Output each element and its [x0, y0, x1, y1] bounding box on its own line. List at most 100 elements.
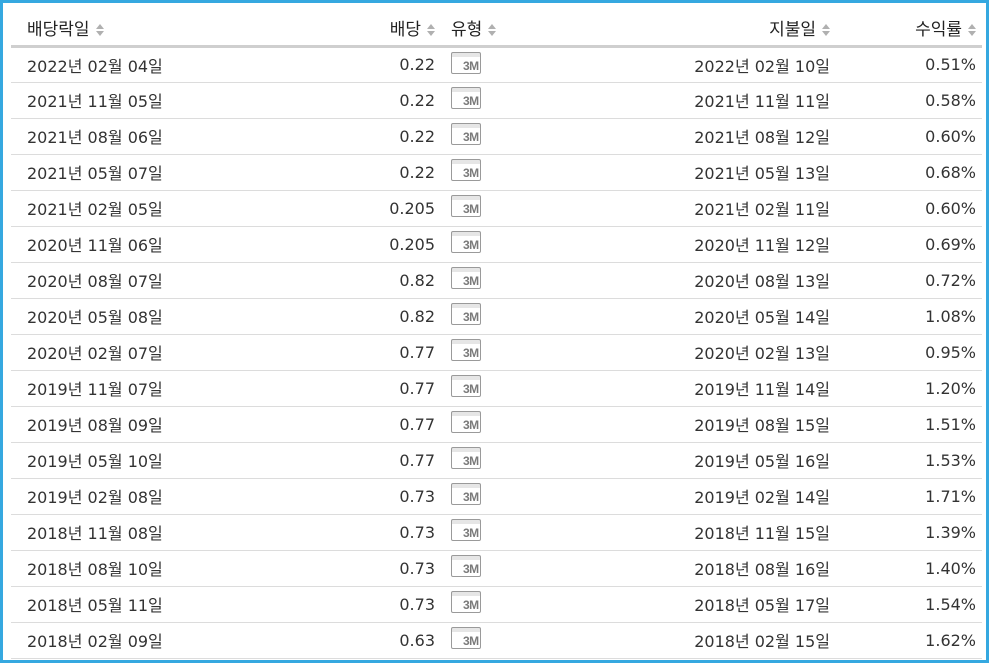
table-row: 2019년 11월 07일 0.77 3M 2019년 11월 14일 1.20…	[11, 370, 982, 407]
ex-date-cell: 2019년 11월 07일	[11, 370, 351, 407]
yield-cell: 1.62%	[836, 622, 982, 659]
quarterly-calendar-icon: 3M	[451, 591, 485, 617]
table-row: 2018년 08월 10일 0.73 3M 2018년 08월 16일 1.40…	[11, 550, 982, 587]
yield-cell: 0.58%	[836, 82, 982, 119]
ex-date-cell: 2020년 11월 06일	[11, 226, 351, 263]
frequency-icon-label: 3M	[463, 346, 479, 360]
ex-date-cell: 2019년 08월 09일	[11, 406, 351, 443]
quarterly-calendar-icon: 3M	[451, 519, 485, 545]
yield-cell: 1.08%	[836, 298, 982, 335]
pay-date-cell: 2020년 11월 12일	[561, 226, 836, 263]
column-header-yield[interactable]: 수익률	[836, 10, 982, 48]
table-row: 2018년 02월 09일 0.63 3M 2018년 02월 15일 1.62…	[11, 622, 982, 659]
table-row: 2020년 02월 07일 0.77 3M 2020년 02월 13일 0.95…	[11, 334, 982, 371]
pay-date-cell: 2018년 08월 16일	[561, 550, 836, 587]
ex-date-cell: 2021년 05월 07일	[11, 154, 351, 191]
ex-date-cell: 2019년 02월 08일	[11, 478, 351, 515]
quarterly-calendar-icon: 3M	[451, 51, 485, 78]
type-cell: 3M	[441, 334, 561, 371]
ex-date-cell: 2018년 11월 08일	[11, 514, 351, 551]
sort-icon	[822, 23, 830, 37]
dividend-cell: 0.22	[351, 82, 441, 119]
table-row: 2019년 02월 08일 0.73 3M 2019년 02월 14일 1.71…	[11, 478, 982, 515]
frequency-icon-label: 3M	[463, 562, 479, 576]
table-header-row: 배당락일 배당 유형 지불일 수익률	[11, 10, 982, 48]
table-row: 2018년 11월 08일 0.73 3M 2018년 11월 15일 1.39…	[11, 514, 982, 551]
pay-date-cell: 2019년 08월 15일	[561, 406, 836, 443]
type-cell: 3M	[441, 190, 561, 227]
type-cell: 3M	[441, 478, 561, 515]
type-cell: 3M	[441, 622, 561, 659]
type-cell: 3M	[441, 406, 561, 443]
ex-date-cell: 2021년 02월 05일	[11, 190, 351, 227]
dividend-cell: 0.22	[351, 118, 441, 155]
yield-cell: 0.60%	[836, 190, 982, 227]
yield-cell: 0.51%	[836, 46, 982, 83]
frequency-icon-label: 3M	[463, 418, 479, 432]
quarterly-calendar-icon: 3M	[451, 267, 485, 293]
frequency-icon-label: 3M	[463, 598, 479, 612]
frequency-icon-label: 3M	[463, 94, 479, 108]
dividend-cell: 0.22	[351, 154, 441, 191]
sort-icon	[427, 23, 435, 37]
table-row: 2019년 08월 09일 0.77 3M 2019년 08월 15일 1.51…	[11, 406, 982, 443]
table-row: 2022년 02월 04일 0.22 3M 2022년 02월 10일 0.51…	[11, 46, 982, 83]
type-cell: 3M	[441, 226, 561, 263]
frequency-icon-label: 3M	[463, 634, 479, 648]
frequency-icon-label: 3M	[463, 310, 479, 324]
yield-cell: 1.20%	[836, 370, 982, 407]
dividend-cell: 0.73	[351, 586, 441, 623]
type-cell: 3M	[441, 118, 561, 155]
type-cell: 3M	[441, 550, 561, 587]
quarterly-calendar-icon: 3M	[451, 87, 485, 113]
table-row: 2020년 08월 07일 0.82 3M 2020년 08월 13일 0.72…	[11, 262, 982, 299]
type-cell: 3M	[441, 82, 561, 119]
quarterly-calendar-icon: 3M	[451, 123, 485, 149]
pay-date-cell: 2020년 02월 13일	[561, 334, 836, 371]
frequency-icon-label: 3M	[463, 166, 479, 180]
column-header-pay-date[interactable]: 지불일	[561, 10, 836, 48]
frequency-icon-label: 3M	[463, 130, 479, 144]
pay-date-cell: 2018년 11월 15일	[561, 514, 836, 551]
pay-date-cell: 2021년 05월 13일	[561, 154, 836, 191]
type-cell: 3M	[441, 46, 561, 83]
quarterly-calendar-icon: 3M	[451, 411, 485, 437]
yield-cell: 0.69%	[836, 226, 982, 263]
dividend-history-panel: 배당락일 배당 유형 지불일 수익률 2022년 02월 04일 0.22 3M…	[0, 0, 989, 663]
dividend-cell: 0.205	[351, 190, 441, 227]
column-header-ex-date[interactable]: 배당락일	[11, 10, 351, 48]
dividend-cell: 0.73	[351, 550, 441, 587]
table-body: 2022년 02월 04일 0.22 3M 2022년 02월 10일 0.51…	[11, 46, 982, 659]
pay-date-cell: 2019년 11월 14일	[561, 370, 836, 407]
frequency-icon-label: 3M	[463, 58, 479, 73]
quarterly-calendar-icon: 3M	[451, 627, 485, 653]
pay-date-cell: 2020년 08월 13일	[561, 262, 836, 299]
column-header-label: 지불일	[769, 19, 816, 40]
sort-icon	[968, 23, 976, 37]
sort-icon	[95, 23, 104, 37]
frequency-icon-label: 3M	[463, 238, 479, 252]
yield-cell: 0.60%	[836, 118, 982, 155]
ex-date-cell: 2018년 05월 11일	[11, 586, 351, 623]
table-row: 2018년 05월 11일 0.73 3M 2018년 05월 17일 1.54…	[11, 586, 982, 623]
type-cell: 3M	[441, 298, 561, 335]
dividend-cell: 0.205	[351, 226, 441, 263]
column-header-dividend[interactable]: 배당	[351, 10, 441, 48]
column-header-type[interactable]: 유형	[441, 10, 561, 48]
frequency-icon-label: 3M	[463, 202, 479, 216]
quarterly-calendar-icon: 3M	[451, 195, 485, 221]
frequency-icon-label: 3M	[463, 526, 479, 540]
pay-date-cell: 2021년 08월 12일	[561, 118, 836, 155]
dividend-cell: 0.77	[351, 334, 441, 371]
sort-icon	[488, 23, 497, 37]
type-cell: 3M	[441, 370, 561, 407]
type-cell: 3M	[441, 586, 561, 623]
yield-cell: 1.71%	[836, 478, 982, 515]
table-row: 2021년 11월 05일 0.22 3M 2021년 11월 11일 0.58…	[11, 82, 982, 119]
table-row: 2021년 05월 07일 0.22 3M 2021년 05월 13일 0.68…	[11, 154, 982, 191]
pay-date-cell: 2021년 02월 11일	[561, 190, 836, 227]
table-row: 2020년 05월 08일 0.82 3M 2020년 05월 14일 1.08…	[11, 298, 982, 335]
pay-date-cell: 2020년 05월 14일	[561, 298, 836, 335]
ex-date-cell: 2021년 08월 06일	[11, 118, 351, 155]
type-cell: 3M	[441, 154, 561, 191]
